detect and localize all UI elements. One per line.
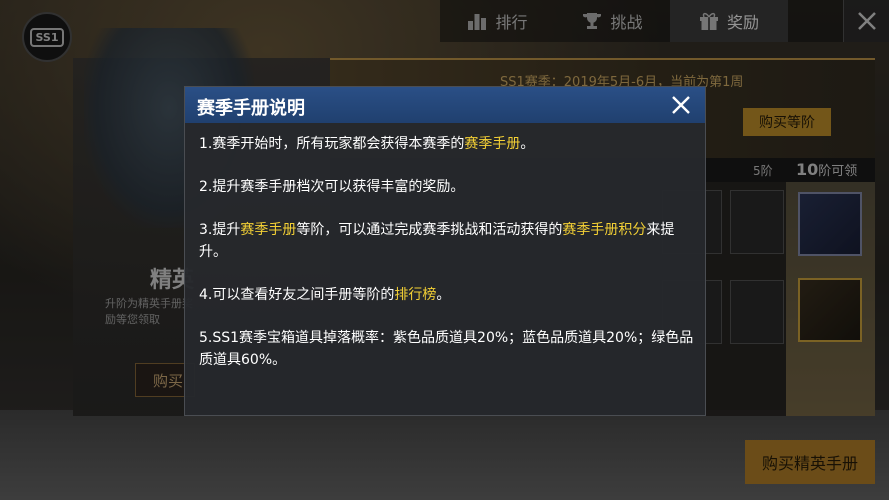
rule-item: 1.赛季开始时，所有玩家都会获得本赛季的赛季手册。: [199, 133, 695, 155]
rule-text: 1.赛季开始时，所有玩家都会获得本赛季的: [199, 136, 465, 152]
dialog-title: 赛季手册说明: [197, 98, 305, 119]
rule-text: 。: [520, 136, 535, 152]
dialog-body: 1.赛季开始时，所有玩家都会获得本赛季的赛季手册。 2.提升赛季手册档次可以获得…: [199, 133, 695, 392]
dialog-close-button[interactable]: [667, 91, 695, 119]
close-icon: [672, 96, 690, 114]
highlight-season-manual[interactable]: 赛季手册: [464, 136, 520, 152]
rule-item: 5.SS1赛季宝箱道具掉落概率：紫色品质道具20%；蓝色品质道具20%；绿色品质…: [199, 327, 695, 371]
rule-item: 2.提升赛季手册档次可以获得丰富的奖励。: [199, 176, 695, 198]
rule-item: 3.提升赛季手册等阶，可以通过完成赛季挑战和活动获得的赛季手册积分来提升。: [199, 219, 695, 263]
rule-text: 2.提升赛季手册档次可以获得丰富的奖励。: [199, 179, 465, 195]
season-manual-info-dialog: 赛季手册说明 1.赛季开始时，所有玩家都会获得本赛季的赛季手册。 2.提升赛季手…: [184, 86, 706, 416]
rule-text: 4.可以查看好友之间手册等阶的: [199, 287, 395, 303]
highlight-leaderboard[interactable]: 排行榜: [394, 287, 436, 303]
highlight-season-manual[interactable]: 赛季手册: [240, 222, 296, 238]
rule-text: 等阶，可以通过完成赛季挑战和活动获得的: [296, 222, 563, 238]
rule-item: 4.可以查看好友之间手册等阶的排行榜。: [199, 284, 695, 306]
dialog-header: 赛季手册说明: [185, 87, 705, 123]
highlight-season-manual-points[interactable]: 赛季手册积分: [562, 222, 646, 238]
rule-text: 。: [436, 287, 451, 303]
rule-text: 5.SS1赛季宝箱道具掉落概率：紫色品质道具20%；蓝色品质道具20%；绿色品质…: [199, 330, 694, 368]
rule-text: 3.提升: [199, 222, 241, 238]
